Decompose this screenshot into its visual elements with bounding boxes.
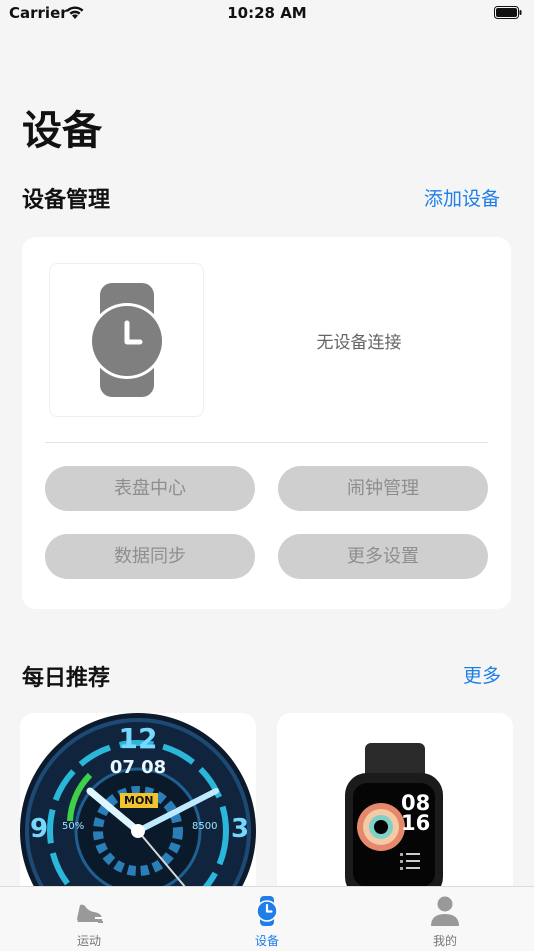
- tab-sport[interactable]: 运动: [0, 887, 178, 951]
- smart-watch-minute: 16: [401, 811, 431, 835]
- face-digital-time: 07 08: [109, 757, 167, 778]
- tab-bar: 运动 设备 我的: [0, 886, 534, 951]
- clock-time: 10:28 AM: [227, 4, 307, 22]
- device-card: 无设备连接 表盘中心 闹钟管理 数据同步 更多设置: [22, 237, 511, 609]
- device-image-box: [49, 263, 204, 417]
- add-device-link[interactable]: 添加设备: [424, 184, 500, 211]
- face-number-3: 3: [231, 814, 250, 844]
- alarm-management-button[interactable]: 闹钟管理: [278, 466, 488, 511]
- daily-recommend-title: 每日推荐: [22, 666, 111, 691]
- more-link[interactable]: 更多: [463, 661, 501, 688]
- device-management-title: 设备管理: [22, 188, 111, 213]
- face-battery-percent: 50%: [62, 821, 85, 832]
- tab-device-label: 设备: [254, 934, 279, 948]
- tab-profile-label: 我的: [432, 934, 457, 948]
- face-number-9: 9: [30, 814, 49, 844]
- face-steps-value: 8500: [192, 821, 218, 832]
- face-day-label: MON: [120, 793, 158, 808]
- watch-icon: [256, 896, 278, 926]
- person-icon: [431, 896, 459, 926]
- running-shoe-icon: [77, 904, 103, 923]
- recommend-item-watch-face[interactable]: 12 07 08 MON 9 3 50% 8500: [20, 713, 256, 913]
- tab-sport-label: 运动: [76, 934, 101, 948]
- battery-icon: [494, 6, 522, 19]
- page-title: 设备: [22, 108, 102, 154]
- recommend-item-smart-watch[interactable]: 08 16: [277, 713, 513, 913]
- more-settings-button[interactable]: 更多设置: [278, 534, 488, 579]
- watch-icon: [89, 283, 165, 397]
- smart-watch-image: [345, 743, 443, 899]
- divider: [45, 442, 488, 443]
- status-bar: Carrier 10:28 AM: [0, 0, 534, 30]
- device-status-text: 无设备连接: [316, 333, 402, 353]
- watch-face-center-button[interactable]: 表盘中心: [45, 466, 255, 511]
- tab-profile[interactable]: 我的: [356, 887, 534, 951]
- data-sync-button[interactable]: 数据同步: [45, 534, 255, 579]
- face-hour-number: 12: [118, 722, 158, 755]
- tab-device[interactable]: 设备: [178, 887, 356, 951]
